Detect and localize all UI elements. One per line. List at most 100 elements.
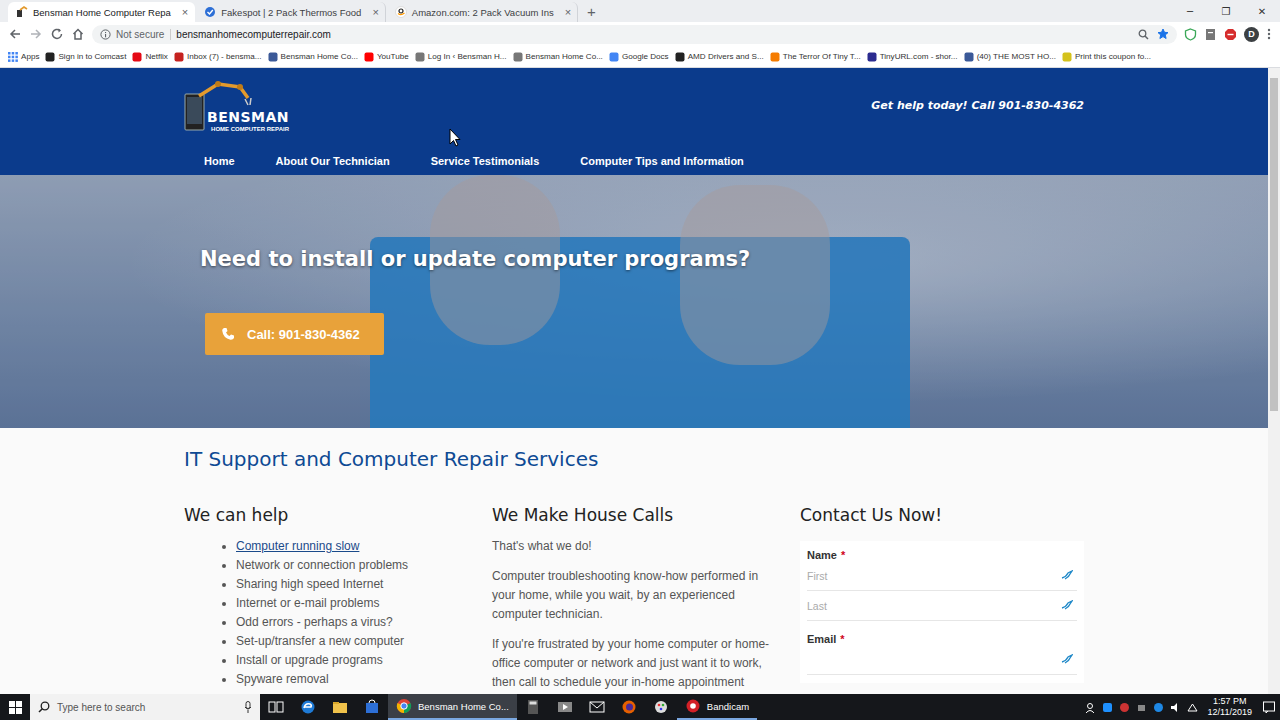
bookmark-item[interactable]: Inbox (7) - bensma... [172, 52, 264, 62]
reload-icon[interactable] [50, 27, 64, 41]
bookmark-favicon-icon [268, 52, 278, 62]
menu-icon[interactable] [1266, 27, 1272, 41]
close-button[interactable]: ✕ [1244, 0, 1280, 22]
microphone-icon [244, 701, 252, 713]
new-tab-button[interactable]: + [579, 2, 604, 22]
scrollbar-track[interactable] [1268, 68, 1280, 694]
site-logo[interactable]: BENSMANHOME COMPUTER REPAIR [184, 78, 289, 134]
mail[interactable] [581, 694, 613, 720]
help-link[interactable]: Computer running slow [236, 539, 359, 553]
store-icon [364, 699, 380, 715]
paragraph: Computer troubleshooting know-how perfor… [492, 567, 772, 624]
home-icon[interactable] [71, 27, 85, 41]
bookmark-item[interactable]: Apps [6, 52, 41, 62]
address-bar[interactable]: Not securebensmanhomecomputerrepair.com [92, 25, 1177, 44]
nav-link[interactable]: Service Testimonials [431, 155, 540, 167]
paint-app[interactable] [645, 694, 677, 720]
bookmark-item[interactable]: YouTube [362, 52, 411, 62]
tray-icon[interactable] [1170, 702, 1181, 713]
start-button[interactable] [0, 694, 30, 720]
zoom-icon[interactable] [1138, 29, 1149, 40]
bookmark-favicon-icon [415, 52, 425, 62]
tab-close-button[interactable]: × [372, 7, 378, 18]
autofill-icon[interactable] [1061, 654, 1073, 664]
bookmark-item[interactable]: Log In ‹ Bensman H... [413, 52, 509, 62]
calculator[interactable] [517, 694, 549, 720]
bookmark-item[interactable]: Bensman Home Co... [266, 52, 360, 62]
bookmark-item[interactable]: TinyURL.com - shor... [865, 52, 960, 62]
tray-icon[interactable] [1136, 702, 1147, 713]
browser-toolbar: Not securebensmanhomecomputerrepair.com D [0, 22, 1280, 46]
firefox[interactable] [613, 694, 645, 720]
media-player[interactable] [549, 694, 581, 720]
tab-close-button[interactable]: × [565, 7, 571, 18]
browser-tab[interactable]: Bensman Home Computer Repa × [8, 2, 195, 22]
extension-pdf-icon[interactable] [1204, 28, 1217, 41]
text-input[interactable] [807, 591, 1077, 620]
tray-icon[interactable] [1102, 702, 1113, 713]
adblock-icon[interactable] [1224, 28, 1237, 41]
browser-tab[interactable]: Fakespot | 2 Pack Thermos Food× [196, 2, 386, 22]
minimize-button[interactable]: ─ [1172, 0, 1208, 22]
url-text[interactable]: bensmanhomecomputerrepair.com [176, 29, 331, 40]
profile-button[interactable]: D [1244, 27, 1259, 42]
autofill-icon[interactable] [1061, 570, 1073, 580]
back-icon[interactable] [8, 27, 22, 41]
clock[interactable]: 1:57 PM12/11/2019 [1204, 696, 1256, 718]
file-explorer[interactable] [324, 694, 356, 720]
restore-button[interactable]: ❐ [1208, 0, 1244, 22]
file-explorer-icon [332, 699, 348, 715]
tab-close-button[interactable]: × [182, 7, 188, 18]
bookmark-item[interactable]: AMD Drivers and S... [673, 52, 766, 62]
tray-icon[interactable] [1187, 702, 1198, 713]
tray-icon[interactable] [1085, 702, 1096, 713]
required-mark: * [840, 633, 844, 645]
logo-tagline: HOME COMPUTER REPAIR [211, 125, 289, 133]
app-icon [396, 698, 412, 714]
taskbar-app[interactable]: Bandicam [677, 694, 757, 720]
bookmark-favicon-icon [867, 52, 877, 62]
bookmark-label: (40) THE MOST HO... [977, 52, 1056, 61]
browser-tab[interactable]: Amazon.com: 2 Pack Vacuum Ins× [387, 2, 578, 22]
bookmark-star-icon[interactable] [1157, 28, 1169, 40]
call-button[interactable]: Call: 901-830-4362 [205, 313, 384, 355]
bookmark-favicon-icon [770, 52, 780, 62]
help-item[interactable]: Computer running slow [236, 537, 492, 556]
task-view-icon [268, 699, 284, 715]
bookmark-item[interactable]: The Terror Of Tiny T... [768, 52, 863, 62]
main-nav: Home About Our Technician Service Testimon… [184, 143, 1084, 175]
bookmark-label: TinyURL.com - shor... [880, 52, 958, 61]
bookmark-label: Google Docs [622, 52, 669, 61]
text-input[interactable] [807, 645, 1077, 674]
tray-icon[interactable] [1153, 702, 1164, 713]
taskbar-search[interactable]: Type here to search [30, 694, 260, 720]
bookmark-item[interactable]: Google Docs [607, 52, 671, 62]
taskbar-app[interactable]: Bensman Home Co... [388, 694, 517, 720]
paragraph: If you're frustrated by your home comput… [492, 635, 772, 692]
scrollbar-thumb[interactable] [1270, 78, 1278, 411]
contact-form[interactable]: Name*Email* [800, 541, 1084, 683]
help-label: Install or upgrade programs [236, 653, 383, 667]
nav-link[interactable]: About Our Technician [276, 155, 390, 167]
autofill-icon[interactable] [1061, 600, 1073, 610]
task-view[interactable] [260, 694, 292, 720]
forward-icon[interactable] [29, 27, 43, 41]
bookmark-item[interactable]: Netflix [130, 52, 170, 62]
nav-link[interactable]: Home [204, 155, 235, 167]
apps-grid-icon [8, 52, 18, 62]
bookmark-item[interactable]: (40) THE MOST HO... [962, 52, 1058, 62]
input-row [807, 591, 1077, 621]
text-input[interactable] [807, 561, 1077, 590]
tray-icon[interactable] [1119, 702, 1130, 713]
edge[interactable] [292, 694, 324, 720]
bookmark-item[interactable]: Print this coupon fo... [1060, 52, 1153, 62]
nav-link[interactable]: Computer Tips and Information [580, 155, 744, 167]
bookmark-label: Sign in to Comcast [58, 52, 126, 61]
info-icon [100, 29, 111, 40]
tab-label: Bensman Home Computer Repa [33, 7, 171, 18]
bookmark-item[interactable]: Bensman Home Co... [511, 52, 605, 62]
store[interactable] [356, 694, 388, 720]
notification-icon[interactable] [1262, 700, 1276, 714]
bookmark-item[interactable]: Sign in to Comcast [43, 52, 128, 62]
extension-shield-icon[interactable] [1184, 28, 1197, 41]
